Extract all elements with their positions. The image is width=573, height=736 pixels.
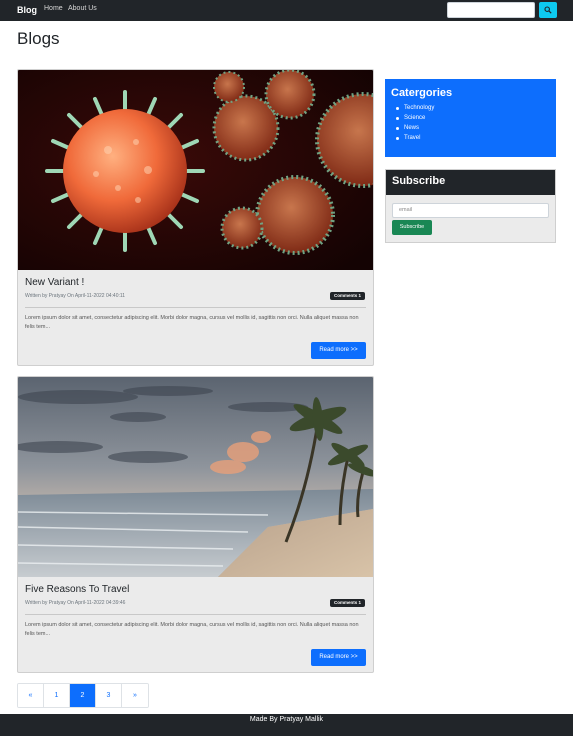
nav-link-about-us[interactable]: About Us xyxy=(68,5,97,12)
page-prev-link[interactable]: « xyxy=(18,684,44,707)
pagination: « 1 2 3 » xyxy=(17,683,149,708)
brand-link[interactable]: Blog xyxy=(17,5,37,15)
email-field[interactable]: email xyxy=(392,203,549,218)
category-link-technology[interactable]: Technology xyxy=(394,103,434,113)
divider xyxy=(25,307,366,308)
blog-card: New Variant ! Written by Pratyay On Apri… xyxy=(17,69,374,366)
page-link-3[interactable]: 3 xyxy=(96,684,122,707)
categories-title: Catergories xyxy=(391,87,453,99)
subscribe-panel: Subscribe email Subscribe xyxy=(385,169,556,243)
post-title[interactable]: New Variant ! xyxy=(25,277,84,288)
subscribe-header: Subscribe xyxy=(386,170,555,195)
divider xyxy=(25,614,366,615)
navbar: Blog Home About Us xyxy=(0,0,573,21)
categories-list: Technology Science News Travel xyxy=(394,103,434,143)
nav-link-home[interactable]: Home xyxy=(44,5,63,12)
search-input[interactable] xyxy=(447,2,535,18)
blog-card: Five Reasons To Travel Written by Pratya… xyxy=(17,376,374,673)
post-image-virus xyxy=(18,70,373,270)
page-link-1[interactable]: 1 xyxy=(44,684,70,707)
post-excerpt: Lorem ipsum dolor sit amet, consectetur … xyxy=(25,622,359,637)
search-button[interactable] xyxy=(539,2,557,18)
read-more-button[interactable]: Read more >> xyxy=(311,649,366,666)
comments-badge: Comments 1 xyxy=(330,599,366,607)
footer-credit: Made By Pratyay Mallik xyxy=(249,716,324,723)
comments-badge: Comments 1 xyxy=(330,292,366,300)
search-icon xyxy=(544,6,552,14)
page-link-2[interactable]: 2 xyxy=(70,684,96,707)
category-link-travel[interactable]: Travel xyxy=(394,133,434,143)
subscribe-title: Subscribe xyxy=(392,175,446,187)
post-meta: Written by Pratyay On April-11-2022 04:4… xyxy=(25,293,126,299)
post-image-beach xyxy=(18,377,373,577)
page-title: Blogs xyxy=(17,29,60,48)
categories-panel: Catergories Technology Science News Trav… xyxy=(385,79,556,157)
footer: Made By Pratyay Mallik xyxy=(0,714,573,736)
read-more-button[interactable]: Read more >> xyxy=(311,342,366,359)
post-meta: Written by Pratyay On April-11-2022 04:3… xyxy=(25,600,126,606)
category-link-science[interactable]: Science xyxy=(394,113,434,123)
subscribe-button[interactable]: Subscribe xyxy=(392,220,432,235)
post-excerpt: Lorem ipsum dolor sit amet, consectetur … xyxy=(25,315,359,330)
category-link-news[interactable]: News xyxy=(394,123,434,133)
page-next-link[interactable]: » xyxy=(122,684,148,707)
post-title[interactable]: Five Reasons To Travel xyxy=(25,584,129,595)
